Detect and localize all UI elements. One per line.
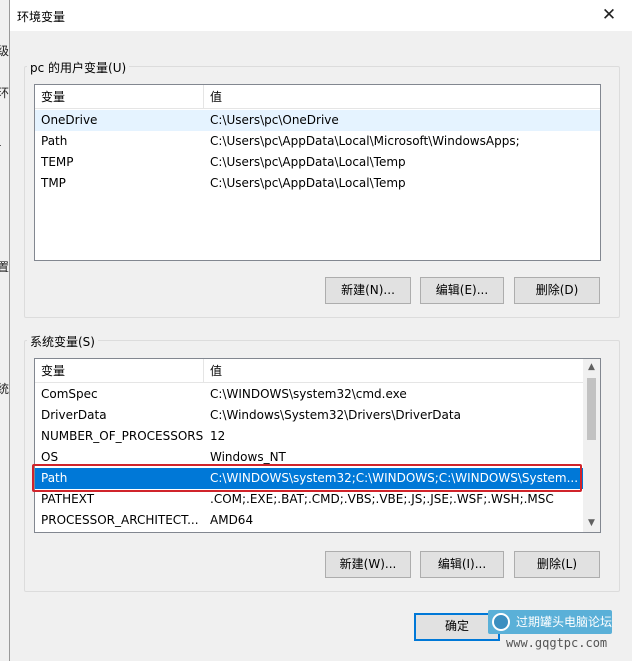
watermark: 过期罐头电脑论坛 www.gqgtpc.com [480, 602, 632, 661]
user-variables-label: pc 的用户变量(U) [27, 59, 130, 76]
column-header-value[interactable]: 值 [204, 359, 583, 383]
row-variable-name: DriverData [41, 408, 107, 422]
scroll-down-icon[interactable]: ▼ [583, 515, 600, 532]
row-variable-name: NUMBER_OF_PROCESSORS [41, 429, 204, 443]
row-variable-value: C:\Users\pc\AppData\Local\Temp [210, 155, 406, 169]
row-variable-name: PATHEXT [41, 492, 95, 506]
row-variable-value: 12 [210, 429, 226, 443]
row-variable-value: C:\Users\pc\OneDrive [210, 113, 339, 127]
user-variables-list[interactable]: 变量 值 OneDrive C:\Users\pc\OneDrive Path … [34, 84, 601, 261]
watermark-logo-icon [492, 613, 510, 631]
row-variable-value: C:\WINDOWS\system32\cmd.exe [210, 387, 407, 401]
bg-fragment: 级 [0, 44, 10, 58]
bg-fragment: 环 [0, 86, 10, 100]
column-header-variable[interactable]: 变量 [35, 85, 204, 109]
system-variables-label: 系统变量(S) [27, 333, 98, 350]
column-header-value[interactable]: 值 [204, 85, 600, 109]
row-variable-value: C:\Windows\System32\Drivers\DriverData [210, 408, 461, 422]
bg-fragment: - [0, 138, 1, 152]
system-delete-button[interactable]: 删除(L) [514, 551, 600, 578]
table-row[interactable]: TEMP C:\Users\pc\AppData\Local\Temp [35, 152, 600, 173]
system-edit-button[interactable]: 编辑(I)... [420, 551, 504, 578]
bg-fragment: 统 [0, 382, 10, 396]
row-variable-value: C:\Users\pc\AppData\Local\Microsoft\Wind… [210, 134, 520, 148]
bg-fragment: 置 [0, 260, 10, 274]
window-title: 环境变量 [17, 10, 66, 24]
annotation-highlight-box [32, 464, 582, 492]
table-row[interactable]: OneDrive C:\Users\pc\OneDrive [35, 110, 600, 131]
environment-variables-dialog: 环境变量 ✕ pc 的用户变量(U) 变量 值 OneDrive C:\User… [9, 0, 632, 661]
user-new-button[interactable]: 新建(N)... [325, 277, 411, 304]
table-row[interactable]: NUMBER_OF_PROCESSORS 12 [35, 426, 583, 447]
table-row[interactable]: ComSpec C:\WINDOWS\system32\cmd.exe [35, 384, 583, 405]
row-variable-value: .COM;.EXE;.BAT;.CMD;.VBS;.VBE;.JS;.JSE;.… [210, 492, 554, 506]
user-delete-button[interactable]: 删除(D) [514, 277, 600, 304]
row-variable-name: TEMP [41, 155, 74, 169]
table-row[interactable]: Path C:\Users\pc\AppData\Local\Microsoft… [35, 131, 600, 152]
list-header: 变量 值 [35, 359, 583, 383]
row-variable-value: AMD64 [210, 513, 254, 527]
list-header: 变量 值 [35, 85, 600, 109]
row-variable-name: TMP [41, 176, 66, 190]
scroll-up-icon[interactable]: ▲ [583, 359, 600, 376]
vertical-scrollbar[interactable]: ▲ ▼ [583, 359, 600, 532]
column-header-variable[interactable]: 变量 [35, 359, 204, 383]
user-edit-button[interactable]: 编辑(E)... [420, 277, 504, 304]
close-icon[interactable]: ✕ [599, 4, 619, 26]
row-variable-name: PROCESSOR_ARCHITECT... [41, 513, 199, 527]
watermark-url: www.gqgtpc.com [506, 636, 608, 650]
system-variables-list[interactable]: 变量 值 ComSpec C:\WINDOWS\system32\cmd.exe… [34, 358, 601, 533]
row-variable-value: C:\Users\pc\AppData\Local\Temp [210, 176, 406, 190]
row-variable-name: OneDrive [41, 113, 98, 127]
row-variable-name: ComSpec [41, 387, 98, 401]
table-row[interactable]: TMP C:\Users\pc\AppData\Local\Temp [35, 173, 600, 194]
title-bar: 环境变量 ✕ [10, 0, 632, 31]
table-row[interactable]: PROCESSOR_ARCHITECT... AMD64 [35, 510, 583, 531]
table-row[interactable]: DriverData C:\Windows\System32\Drivers\D… [35, 405, 583, 426]
system-new-button[interactable]: 新建(W)... [325, 551, 411, 578]
scrollbar-thumb[interactable] [587, 378, 596, 440]
row-variable-name: Path [41, 134, 68, 148]
table-row[interactable]: PATHEXT .COM;.EXE;.BAT;.CMD;.VBS;.VBE;.J… [35, 489, 583, 510]
